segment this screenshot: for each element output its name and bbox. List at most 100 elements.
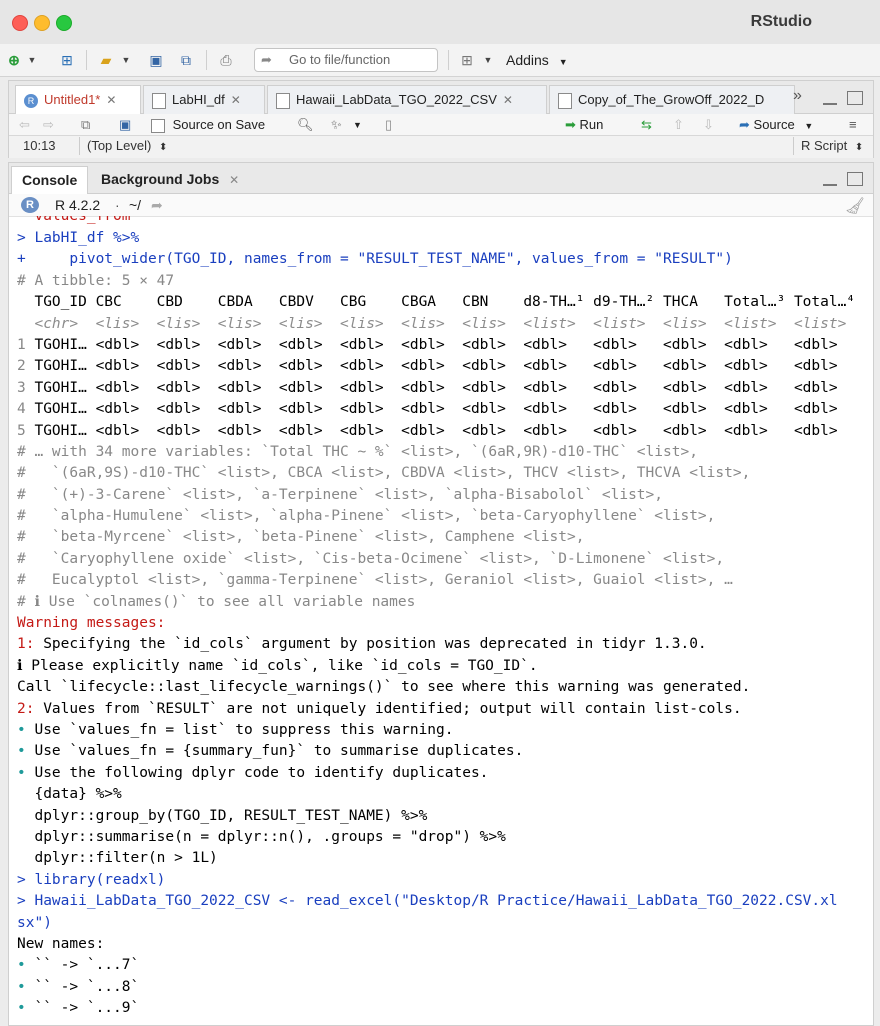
tab-console[interactable]: Console [11,166,89,194]
maximize-pane-icon[interactable] [847,172,863,186]
console-line: # A tibble: 5 × 47 [17,272,175,289]
console-line: # `beta-Myrcene` <list>, `beta-Pinene` <… [17,529,585,546]
console-pane: Console Background Jobs ✕ R R 4.2.2 · ~/… [8,162,874,1026]
bullet-icon: • [17,721,26,738]
console-line: TGO_ID CBC CBD CBDA CBDV CBG CBGA CBN d8… [17,294,856,311]
console-line: Warning messages: [17,615,166,632]
close-tab-icon[interactable]: ✕ [106,93,116,107]
editor-tab-labhi-df[interactable]: LabHI_df ✕ [143,85,265,114]
editor-tab-copy-of-growoff[interactable]: Copy_of_The_GrowOff_2022_D [549,85,795,114]
console-line: 4 TGOHI… <dbl> <dbl> <dbl> <dbl> <dbl> <… [17,401,838,418]
go-up-icon[interactable]: ⇧ [673,114,684,136]
source-arrow-icon: ➦ [739,117,750,132]
editor-status-bar: 10:13 (Top Level) ⬍ R Script ⬍ [9,135,873,158]
go-to-directory-icon[interactable]: ➦ [151,194,163,216]
editor-toolbar: ⇦ ⇨ ⧉ ▣ Source on Save 🔍︎ ✨︎ ▼ ▯ ➡ Run ⇆… [9,114,873,136]
console-line: 2 TGOHI… <dbl> <dbl> <dbl> <dbl> <dbl> <… [17,358,838,375]
data-view-icon [152,92,166,109]
data-view-icon [276,92,290,109]
console-line: dplyr::group_by(TGO_ID, RESULT_TEST_NAME… [17,807,428,824]
code-tools-dropdown-icon[interactable]: ▼ [353,114,362,136]
outline-icon[interactable]: ≡ [849,114,857,136]
show-in-window-icon[interactable]: ⧉ [81,114,90,136]
print-icon[interactable]: ⎙ [214,50,238,70]
separator-dot: · [115,197,120,213]
minimize-pane-icon[interactable] [823,176,837,186]
file-type-selector[interactable]: R Script ⬍ [801,136,863,158]
console-line: 1 TGOHI… <dbl> <dbl> <dbl> <dbl> <dbl> <… [17,336,838,353]
close-tab-icon[interactable]: ✕ [503,93,513,107]
minimize-pane-icon[interactable] [823,95,837,105]
scope-dropdown-icon: ⬍ [158,142,168,153]
status-separator [79,137,80,155]
compile-report-icon[interactable]: ▯ [385,114,392,136]
console-line: > LabHI_df %>% [17,230,140,246]
toolbar-separator [448,50,449,70]
scope-selector[interactable]: (Top Level) ⬍ [87,136,167,158]
console-line: 2: Values from `RESULT` are not uniquely… [17,700,742,717]
go-down-icon[interactable]: ⇩ [703,114,714,136]
more-tabs-icon[interactable]: » [793,87,802,105]
save-icon[interactable]: ▣ [119,114,131,136]
code-tools-icon[interactable]: ✨︎ [331,114,342,136]
scope-label: (Top Level) [87,138,152,153]
console-line: dplyr::summarise(n = dplyr::n(), .groups… [17,828,506,845]
editor-tab-hawaii-labdata[interactable]: Hawaii_LabData_TGO_2022_CSV ✕ [267,85,547,114]
app-title: RStudio [750,13,812,30]
console-line: New names: [17,935,105,952]
r-version: R 4.2.2 [55,197,101,213]
source-label: Source [753,117,795,132]
new-project-icon[interactable]: ⊞ [54,50,80,70]
r-file-icon: R [24,93,38,108]
search-icon[interactable]: 🔍︎ [297,114,314,136]
source-dropdown-icon: ▼ [804,121,814,131]
close-tab-icon[interactable]: ✕ [231,93,241,107]
new-file-icon[interactable]: ⊕ [4,50,24,70]
console-line: 5 TGOHI… <dbl> <dbl> <dbl> <dbl> <dbl> <… [17,422,838,439]
close-tab-icon[interactable]: ✕ [229,173,239,187]
tab-label: LabHI_df [172,92,225,107]
title-bar: RStudio [0,0,880,45]
addins-label: Addins [506,52,549,68]
source-button[interactable]: ➦ Source ▼ [739,114,813,137]
new-file-dropdown-icon[interactable]: ▼ [26,50,38,70]
addins-menu[interactable]: Addins ▼ [506,50,568,72]
file-type-dropdown-icon: ⬍ [854,142,864,153]
forward-arrow-icon[interactable]: ⇨ [43,114,54,136]
go-to-arrow-icon: ➦ [261,52,272,67]
tab-label: Copy_of_The_GrowOff_2022_D [578,92,765,107]
zoom-window-button[interactable] [56,15,72,31]
back-arrow-icon[interactable]: ⇦ [19,114,30,136]
source-on-save-toggle[interactable]: Source on Save [151,114,265,136]
editor-tab-untitled1[interactable]: R Untitled1* ✕ [15,85,141,115]
console-info-bar: R R 4.2.2 · ~/ ➦ 🧹︎ [9,194,873,217]
console-output[interactable]: values_from > LabHI_df %>% + pivot_wider(T… [17,216,873,1025]
console-line: # `(6aR,9S)-d10-THC` <list>, CBCA <list>… [17,465,751,482]
save-all-icon[interactable]: ⧉ [174,50,198,70]
console-line: • `` -> `...9` [17,1000,140,1017]
tab-label: Untitled1* [44,92,101,107]
minimize-window-button[interactable] [34,15,50,31]
maximize-pane-icon[interactable] [847,91,863,105]
rerun-icon[interactable]: ⇆ [641,114,652,136]
main-toolbar: ⊕ ▼ ⊞ ▰ ▼ ▣ ⧉ ⎙ ➦ Go to file/function ⊞ … [0,44,880,77]
clear-console-icon[interactable]: 🧹︎ [845,196,865,218]
tab-label: Console [22,172,78,188]
data-view-icon [558,92,572,109]
pane-layout-dropdown-icon[interactable]: ▼ [482,50,494,70]
console-line: <chr> <lis> <lis> <lis> <lis> <lis> <lis… [17,315,847,332]
pane-layout-icon[interactable]: ⊞ [456,50,478,70]
bullet-icon: • [17,743,26,760]
console-line: values_from [17,216,131,224]
close-window-button[interactable] [12,15,28,31]
open-file-icon[interactable]: ▰ [94,50,118,70]
save-icon[interactable]: ▣ [146,50,166,70]
tab-background-jobs[interactable]: Background Jobs ✕ [91,166,249,193]
r-logo-icon: R [21,197,39,213]
open-file-dropdown-icon[interactable]: ▼ [120,50,132,70]
bullet-icon: • [17,957,26,974]
toolbar-separator [206,50,207,70]
source-on-save-checkbox[interactable] [151,118,165,133]
go-to-file-input[interactable]: ➦ Go to file/function [254,48,438,72]
run-button[interactable]: ➡ Run [565,114,603,136]
